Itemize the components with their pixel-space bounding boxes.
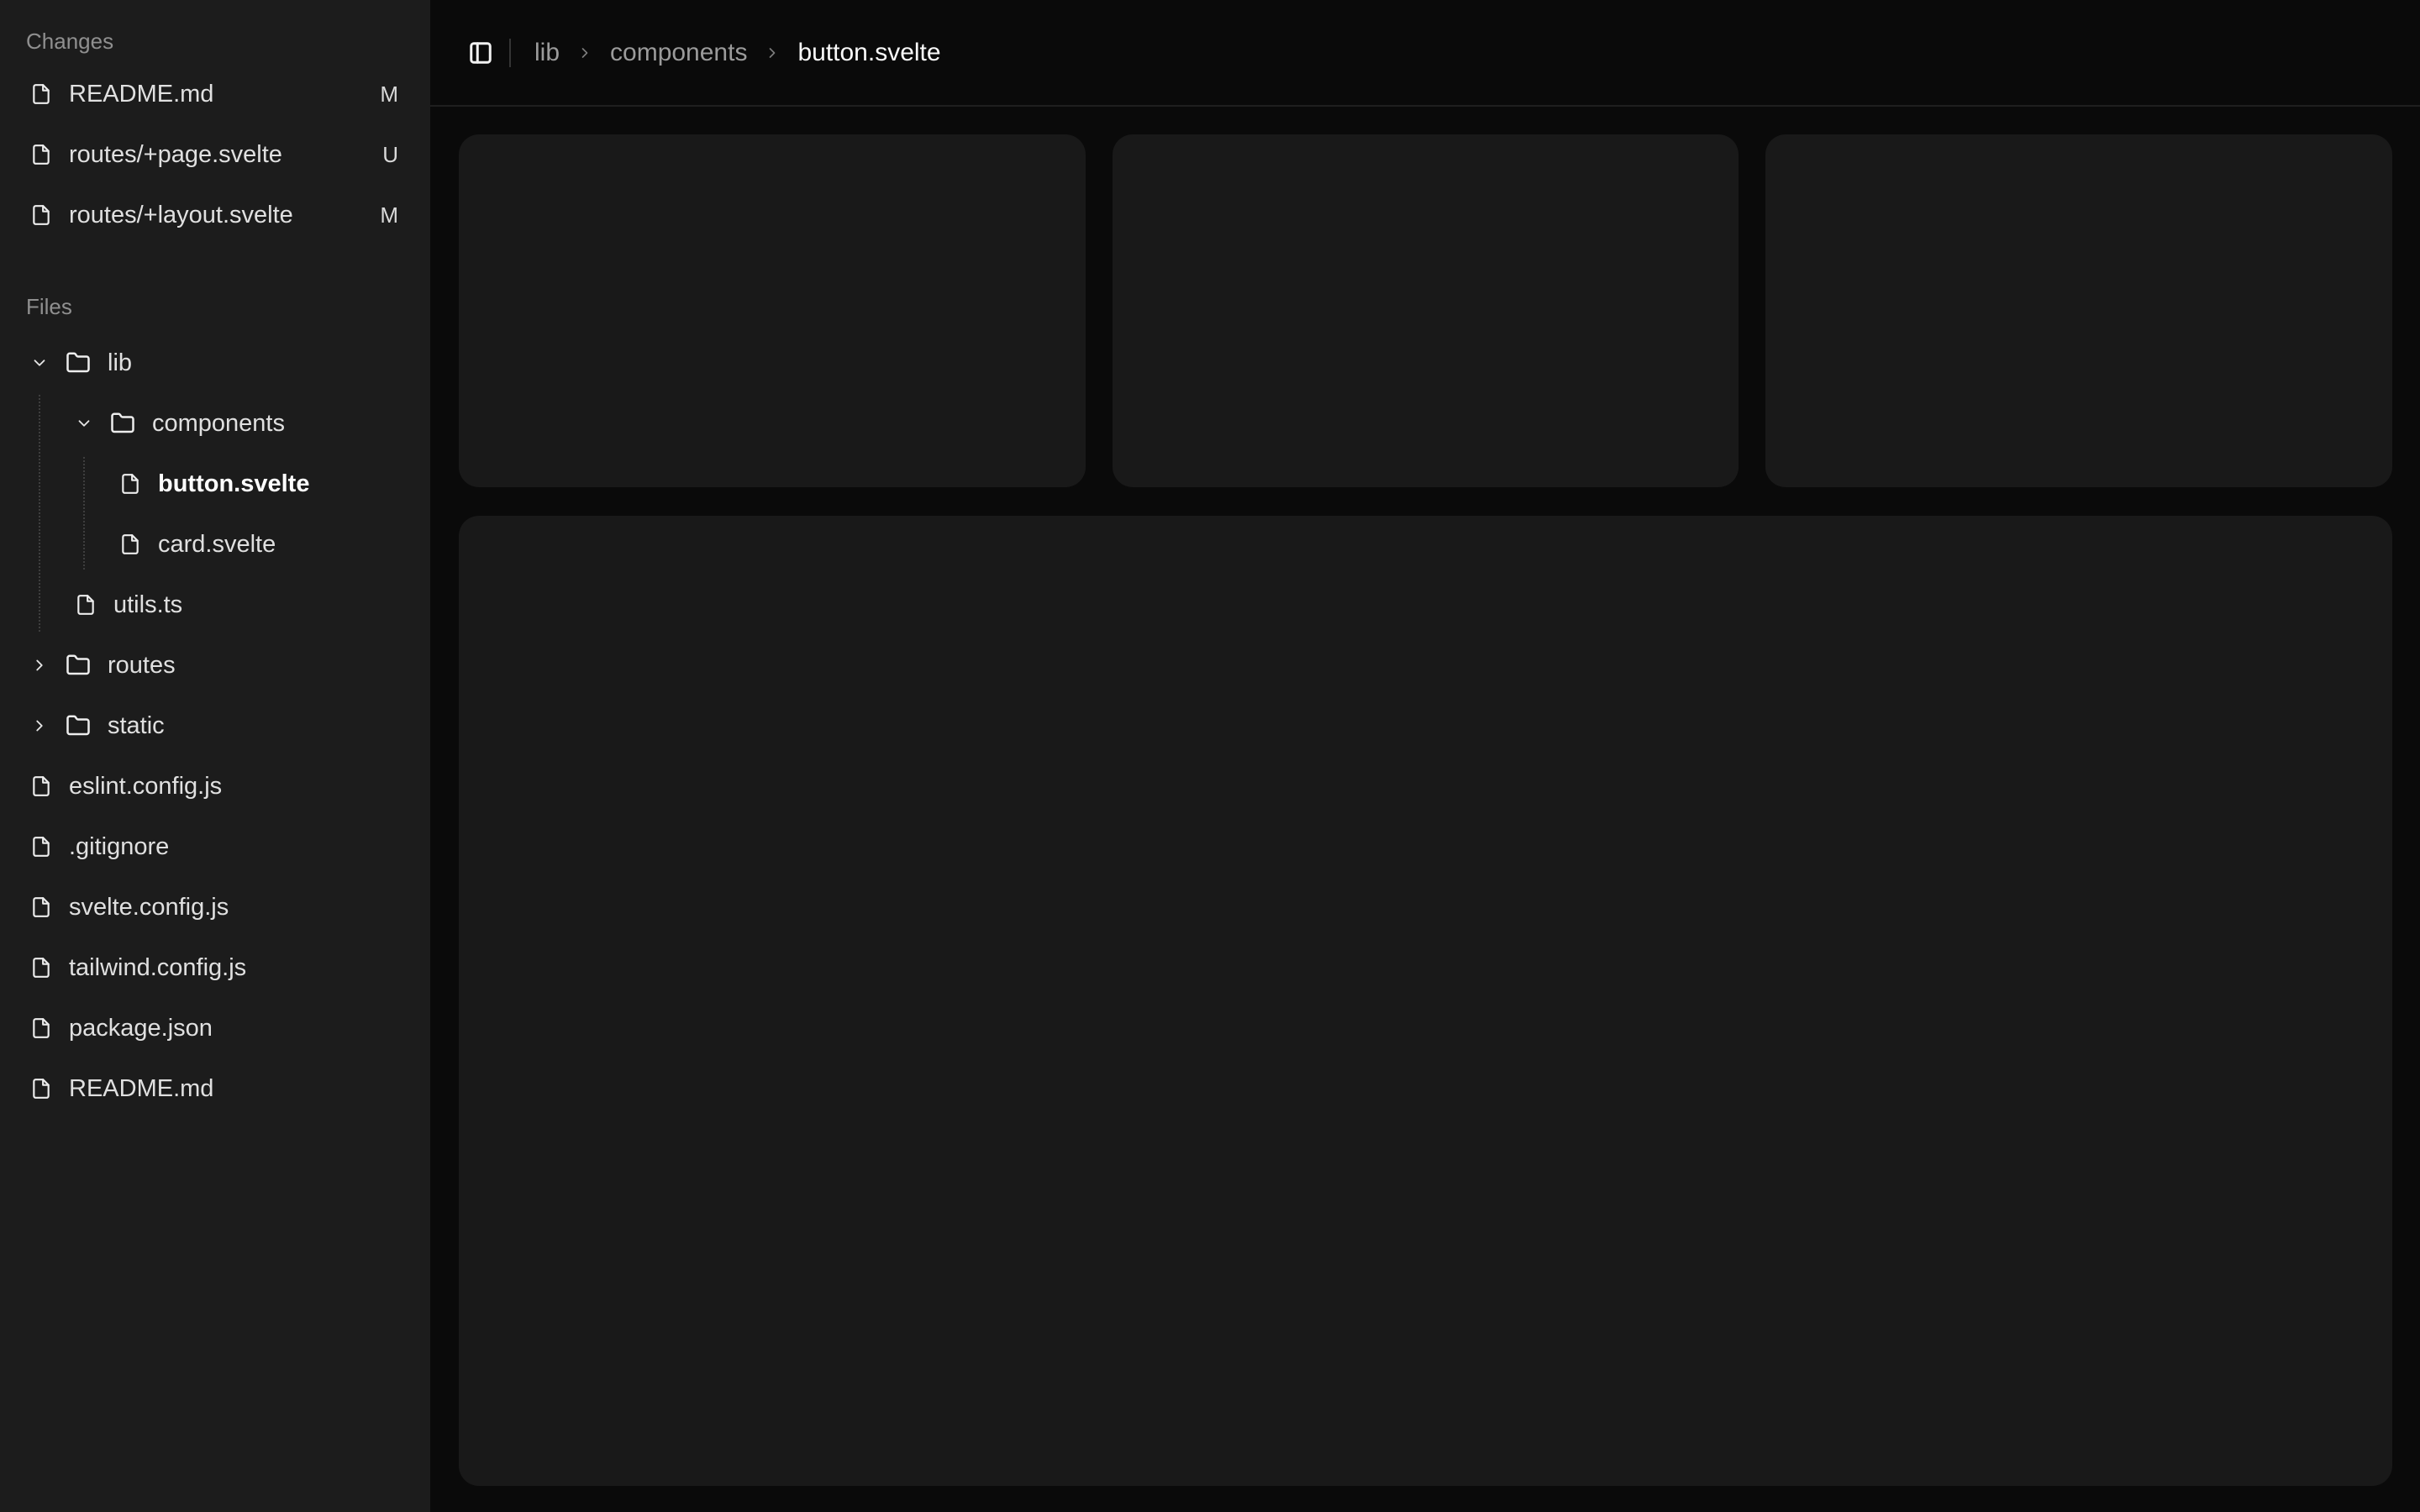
- tree-item-file[interactable]: card.svelte: [0, 514, 430, 575]
- folder-icon: [110, 411, 135, 436]
- topbar-divider: [509, 39, 511, 67]
- file-icon: [30, 896, 52, 918]
- placeholder-card: [1765, 134, 2392, 487]
- chevron-right-icon[interactable]: [30, 656, 49, 675]
- file-icon: [30, 83, 52, 105]
- tree-item-label: components: [152, 410, 285, 438]
- changed-file-name: routes/+layout.svelte: [69, 202, 293, 229]
- tree-item-label: svelte.config.js: [69, 894, 229, 921]
- tree-item-folder[interactable]: lib: [0, 333, 430, 393]
- sidebar: Changes README.md M routes/+page.svelte …: [0, 0, 430, 1512]
- tree-item-folder[interactable]: components: [0, 393, 430, 454]
- breadcrumb-item-current: button.svelte: [797, 39, 940, 67]
- tree-item-folder[interactable]: static: [0, 696, 430, 756]
- tree-item-label: utils.ts: [113, 591, 182, 619]
- tree-item-file[interactable]: utils.ts: [0, 575, 430, 635]
- tree-item-file[interactable]: tailwind.config.js: [0, 937, 430, 998]
- breadcrumb-item-lib[interactable]: lib: [534, 39, 560, 67]
- chevron-right-icon: [764, 45, 781, 61]
- folder-icon: [66, 653, 91, 678]
- folder-icon: [66, 713, 91, 738]
- changed-file-name: README.md: [69, 81, 213, 108]
- changed-file-name: routes/+page.svelte: [69, 141, 282, 169]
- files-section-label: Files: [0, 287, 430, 326]
- panel-left-icon: [468, 40, 493, 66]
- placeholder-card: [459, 134, 1086, 487]
- changes-list: README.md M routes/+page.svelte U routes…: [0, 64, 430, 245]
- changes-item[interactable]: routes/+layout.svelte M: [0, 185, 430, 245]
- tree-item-label: README.md: [69, 1075, 213, 1103]
- changes-item[interactable]: routes/+page.svelte U: [0, 124, 430, 185]
- file-icon: [119, 473, 141, 495]
- tree-item-file[interactable]: eslint.config.js: [0, 756, 430, 816]
- placeholder-card-large: [459, 516, 2392, 1486]
- changes-item[interactable]: README.md M: [0, 64, 430, 124]
- changes-section-label: Changes: [0, 22, 430, 60]
- placeholder-card: [1113, 134, 1739, 487]
- tree-item-file[interactable]: svelte.config.js: [0, 877, 430, 937]
- tree-item-label: eslint.config.js: [69, 773, 222, 801]
- chevron-down-icon[interactable]: [75, 414, 93, 433]
- tree-guide-line: [39, 395, 40, 632]
- file-icon: [30, 957, 52, 979]
- file-icon: [30, 1017, 52, 1039]
- main-area: lib components button.svelte: [430, 0, 2420, 1512]
- tree-item-folder[interactable]: routes: [0, 635, 430, 696]
- tree-item-label: tailwind.config.js: [69, 954, 246, 982]
- file-icon: [30, 204, 52, 226]
- topbar: lib components button.svelte: [430, 0, 2420, 107]
- git-status-badge: U: [382, 142, 398, 168]
- file-icon: [30, 775, 52, 797]
- breadcrumb: lib components button.svelte: [534, 39, 941, 67]
- tree-item-label: card.svelte: [158, 531, 276, 559]
- content-area: [430, 107, 2420, 1512]
- cards-row: [459, 134, 2392, 487]
- tree-item-label: .gitignore: [69, 833, 169, 861]
- chevron-down-icon[interactable]: [30, 354, 49, 372]
- git-status-badge: M: [380, 81, 398, 108]
- tree-item-file[interactable]: .gitignore: [0, 816, 430, 877]
- tree-item-file[interactable]: package.json: [0, 998, 430, 1058]
- tree-guide-line: [83, 457, 85, 570]
- tree-item-label: static: [108, 712, 165, 740]
- file-icon: [75, 594, 97, 616]
- sidebar-toggle-button[interactable]: [462, 34, 499, 71]
- file-tree: lib components button.svelte card.svelte…: [0, 333, 430, 1119]
- tree-item-label: button.svelte: [158, 470, 309, 498]
- file-icon: [119, 533, 141, 555]
- file-icon: [30, 144, 52, 165]
- file-icon: [30, 1078, 52, 1100]
- tree-item-file-selected[interactable]: button.svelte: [0, 454, 430, 514]
- tree-item-label: package.json: [69, 1015, 213, 1042]
- breadcrumb-item-components[interactable]: components: [610, 39, 747, 67]
- tree-item-file[interactable]: README.md: [0, 1058, 430, 1119]
- tree-item-label: routes: [108, 652, 176, 680]
- git-status-badge: M: [380, 202, 398, 228]
- chevron-right-icon: [576, 45, 593, 61]
- folder-icon: [66, 350, 91, 375]
- file-icon: [30, 836, 52, 858]
- chevron-right-icon[interactable]: [30, 717, 49, 735]
- tree-item-label: lib: [108, 349, 132, 377]
